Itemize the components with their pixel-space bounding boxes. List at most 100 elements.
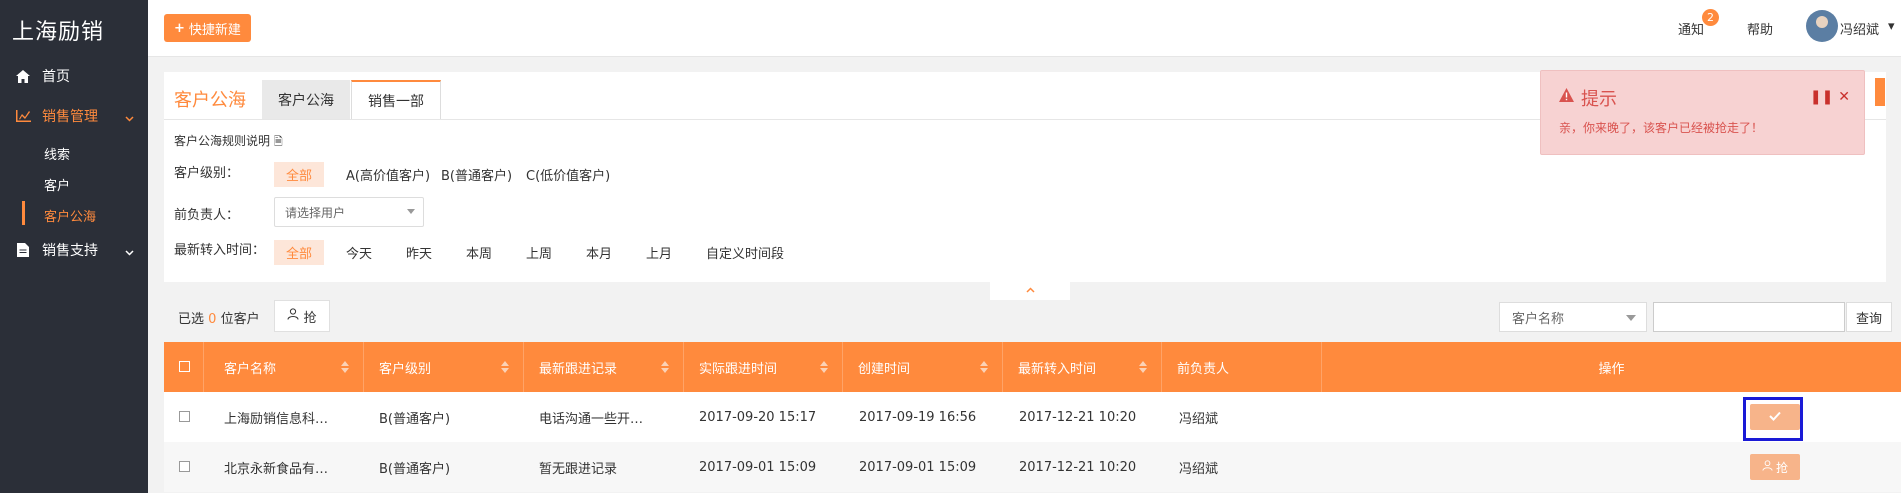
row-checkbox[interactable]: [179, 411, 190, 422]
nav-item-home[interactable]: 首页: [0, 62, 148, 90]
latest-record-cell: 电话沟通一些开…: [539, 411, 644, 427]
table-header: 客户名称 客户级别 最新跟进记录 实际跟进时间 创建时间 最新转入时间 前负责人…: [164, 342, 1901, 392]
level-option-b[interactable]: B(普通客户): [429, 162, 524, 187]
header-customer-level[interactable]: 客户级别: [364, 342, 524, 392]
pause-icon[interactable]: ❚❚: [1810, 89, 1833, 105]
chevron-down-icon: [407, 209, 415, 214]
sort-icon: [341, 361, 349, 373]
avatar[interactable]: [1806, 10, 1838, 42]
toast-notification: 提示 亲，你来晚了，该客户已经被抢走了！ ❚❚ ✕: [1540, 70, 1865, 155]
sub-item-public-pool[interactable]: 客户公海: [44, 206, 96, 225]
customer-name-cell[interactable]: 北京永新食品有…: [224, 442, 328, 492]
select-all-cell: [164, 342, 204, 392]
header-follow-time[interactable]: 实际跟进时间: [684, 342, 843, 392]
owner-select[interactable]: 请选择用户: [274, 197, 424, 227]
caret-down-icon[interactable]: ▾: [1888, 19, 1895, 34]
time-option-custom[interactable]: 自定义时间段: [694, 240, 796, 265]
time-option-yesterday[interactable]: 昨天: [394, 240, 444, 265]
page-title: 客户公海: [174, 90, 246, 111]
search-input[interactable]: [1653, 302, 1845, 332]
quick-new-button[interactable]: + 快捷新建: [164, 14, 251, 42]
sort-icon: [820, 361, 828, 373]
home-icon: [14, 69, 32, 83]
latest-record-cell: 暂无跟进记录: [539, 461, 618, 477]
level-option-all[interactable]: 全部: [274, 162, 325, 187]
toast-controls: ❚❚ ✕: [1810, 89, 1850, 105]
table-row[interactable]: 北京永新食品有… B(普通客户) 暂无跟进记录 2017-09-01 15:09…: [164, 442, 1901, 492]
level-option-c[interactable]: C(低价值客户): [514, 162, 622, 187]
created-time-cell: 2017-09-19 16:56: [859, 409, 977, 425]
header-customer-name[interactable]: 客户名称: [204, 342, 364, 392]
active-indicator: [22, 201, 25, 225]
search-button[interactable]: 查询: [1846, 302, 1892, 332]
select-all-checkbox[interactable]: [179, 361, 190, 372]
chevron-down-icon: [125, 244, 134, 260]
notification-badge: 2: [1702, 9, 1719, 26]
chevron-down-icon: [125, 110, 134, 126]
header-created-time[interactable]: 创建时间: [843, 342, 1003, 392]
user-icon: [1762, 460, 1773, 474]
tab-sales-dept-1[interactable]: 销售一部: [351, 80, 441, 120]
time-option-last-week[interactable]: 上周: [514, 240, 564, 265]
transfer-time-label: 最新转入时间：: [174, 243, 266, 258]
grab-row-button[interactable]: 抢: [1750, 454, 1800, 480]
document-icon: [14, 243, 32, 257]
nav-item-label: 销售支持: [42, 243, 98, 259]
nav-item-sales-support[interactable]: 销售支持: [0, 236, 148, 264]
header-latest-record[interactable]: 最新跟进记录: [524, 342, 684, 392]
plus-icon: +: [174, 20, 185, 36]
header-previous-owner: 前负责人: [1162, 342, 1322, 392]
table-row[interactable]: 上海励销信息科… B(普通客户) 电话沟通一些开… 2017-09-20 15:…: [164, 392, 1901, 442]
grab-button[interactable]: 抢: [274, 300, 330, 332]
chart-icon: [14, 110, 32, 122]
search-field-select[interactable]: 客户名称: [1499, 302, 1647, 332]
created-time-cell: 2017-09-01 15:09: [859, 459, 977, 475]
header-actions: 操作: [1598, 361, 1625, 377]
sub-item-leads[interactable]: 线索: [44, 144, 70, 163]
time-option-last-month[interactable]: 上月: [634, 240, 684, 265]
level-label: 客户级别：: [174, 166, 240, 181]
row-checkbox[interactable]: [179, 461, 190, 472]
chevron-down-icon: [1626, 315, 1636, 321]
brand-logo: 上海励销: [12, 20, 105, 45]
nav-item-label: 首页: [42, 69, 70, 85]
follow-time-cell: 2017-09-01 15:09: [699, 459, 817, 475]
warning-icon: [1559, 88, 1574, 106]
sidebar: 上海励销 首页 销售管理 线索 客户 客户公海 销售支持: [0, 0, 148, 493]
toast-message: 亲，你来晚了，该客户已经被抢走了！: [1559, 121, 1764, 135]
document-icon: 🗎: [273, 135, 283, 148]
collapse-filter-toggle[interactable]: [990, 280, 1070, 300]
sort-icon: [1139, 361, 1147, 373]
previous-owner-cell: 冯绍斌: [1179, 411, 1219, 427]
hidden-button-edge[interactable]: [1875, 78, 1885, 106]
sort-icon: [661, 361, 669, 373]
time-option-today[interactable]: 今天: [334, 240, 384, 265]
toast-title: 提示: [1581, 89, 1617, 110]
time-option-this-month[interactable]: 本月: [574, 240, 624, 265]
customer-name-cell[interactable]: 上海励销信息科…: [224, 392, 328, 442]
help-link[interactable]: 帮助: [1747, 19, 1773, 38]
owner-label: 前负责人：: [174, 208, 240, 223]
close-icon[interactable]: ✕: [1838, 89, 1850, 105]
notifications-link[interactable]: 通知: [1678, 19, 1704, 38]
nav-item-label: 销售管理: [42, 109, 98, 125]
top-bar: + 快捷新建 通知 帮助 冯绍斌 ▾: [148, 0, 1901, 57]
header-transfer-time[interactable]: 最新转入时间: [1003, 342, 1162, 392]
customer-level-cell: B(普通客户): [379, 411, 451, 427]
sort-icon: [501, 361, 509, 373]
level-option-a[interactable]: A(高价值客户): [334, 162, 442, 187]
follow-time-cell: 2017-09-20 15:17: [699, 409, 817, 425]
rules-link[interactable]: 客户公海规则说明 🗎: [174, 132, 283, 152]
previous-owner-cell: 冯绍斌: [1179, 461, 1219, 477]
time-option-all[interactable]: 全部: [274, 240, 325, 265]
highlight-box: [1743, 397, 1803, 441]
sort-icon: [980, 361, 988, 373]
transfer-time-cell: 2017-12-21 10:20: [1019, 459, 1137, 475]
time-option-this-week[interactable]: 本周: [454, 240, 504, 265]
selected-count-text: 已选 0 位客户: [178, 312, 260, 327]
nav-item-sales-management[interactable]: 销售管理: [0, 102, 148, 130]
sub-item-customers[interactable]: 客户: [44, 175, 70, 194]
transfer-time-cell: 2017-12-21 10:20: [1019, 409, 1137, 425]
user-menu[interactable]: 冯绍斌: [1840, 19, 1879, 38]
tab-public-pool[interactable]: 客户公海: [262, 80, 350, 120]
